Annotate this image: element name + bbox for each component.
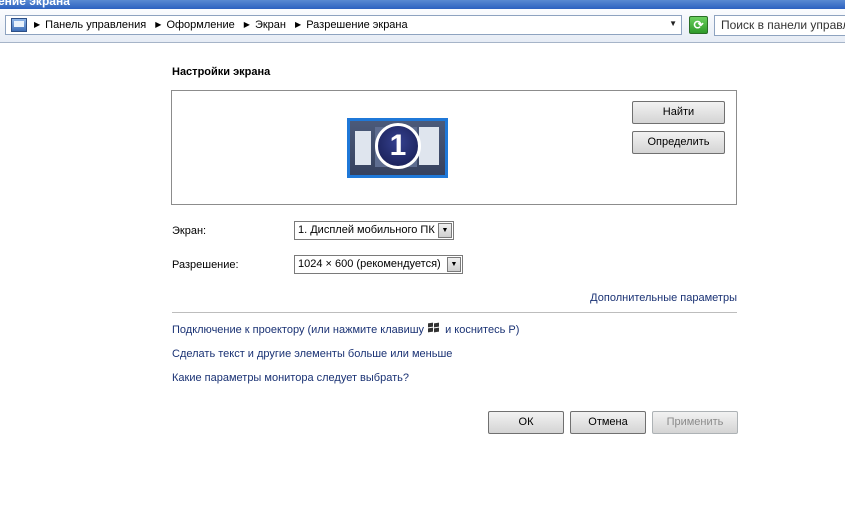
resolution-label: Разрешение:	[172, 259, 239, 271]
projector-link-suffix[interactable]: и коснитесь P)	[445, 324, 519, 336]
breadcrumb-display[interactable]: Экран	[255, 19, 286, 31]
projector-link[interactable]: Подключение к проектору (или нажмите кла…	[172, 322, 519, 336]
identify-button[interactable]: Определить	[632, 131, 725, 154]
search-input[interactable]: Поиск в панели управле	[714, 15, 845, 36]
breadcrumb-arrow-icon[interactable]: ▶	[155, 20, 161, 29]
breadcrumb[interactable]: ▶ Панель управления ▶ Оформление ▶ Экран ▶ Р…	[5, 15, 682, 35]
address-bar: ▶ Панель управления ▶ Оформление ▶ Экран ▶ Р…	[0, 9, 845, 43]
cancel-button[interactable]: Отмена	[570, 411, 646, 434]
divider	[172, 312, 737, 313]
page-title: Настройки экрана	[172, 66, 271, 78]
ok-button[interactable]: ОК	[488, 411, 564, 434]
breadcrumb-screen-resolution[interactable]: Разрешение экрана	[306, 19, 407, 31]
display-select-value: 1. Дисплей мобильного ПК	[298, 224, 435, 236]
breadcrumb-arrow-icon[interactable]: ▶	[295, 20, 301, 29]
breadcrumb-arrow-icon[interactable]: ▶	[244, 20, 250, 29]
display-preview-panel: 1 Найти Определить	[171, 90, 737, 205]
control-panel-icon[interactable]	[11, 18, 27, 32]
breadcrumb-appearance[interactable]: Оформление	[166, 19, 234, 31]
monitor-thumbnail[interactable]: 1	[347, 118, 448, 178]
apply-button[interactable]: Применить	[652, 411, 738, 434]
monitor-help-link[interactable]: Какие параметры монитора следует выбрать…	[172, 372, 409, 384]
chevron-down-icon[interactable]: ▼	[438, 223, 452, 238]
breadcrumb-arrow-icon[interactable]: ▶	[34, 20, 40, 29]
history-dropdown-icon[interactable]: ▼	[669, 19, 677, 28]
window-graphic	[419, 127, 439, 165]
find-button[interactable]: Найти	[632, 101, 725, 124]
resolution-select-value: 1024 × 600 (рекомендуется)	[298, 258, 441, 270]
projector-link-text[interactable]: Подключение к проектору (или нажмите кла…	[172, 324, 424, 336]
chevron-down-icon[interactable]: ▼	[447, 257, 461, 272]
window-title-bar: ение экрана	[0, 0, 845, 9]
breadcrumb-control-panel[interactable]: Панель управления	[45, 19, 146, 31]
refresh-icon[interactable]: ⟳	[689, 16, 708, 34]
monitor-number-badge: 1	[375, 123, 421, 169]
window-graphic	[355, 131, 371, 165]
display-select[interactable]: 1. Дисплей мобильного ПК ▼	[294, 221, 454, 240]
text-size-link[interactable]: Сделать текст и другие элементы больше и…	[172, 348, 452, 360]
resolution-select[interactable]: 1024 × 600 (рекомендуется) ▼	[294, 255, 463, 274]
advanced-settings-link[interactable]: Дополнительные параметры	[590, 292, 737, 304]
window-title: ение экрана	[0, 0, 70, 8]
windows-key-icon	[428, 322, 441, 334]
display-label: Экран:	[172, 225, 207, 237]
